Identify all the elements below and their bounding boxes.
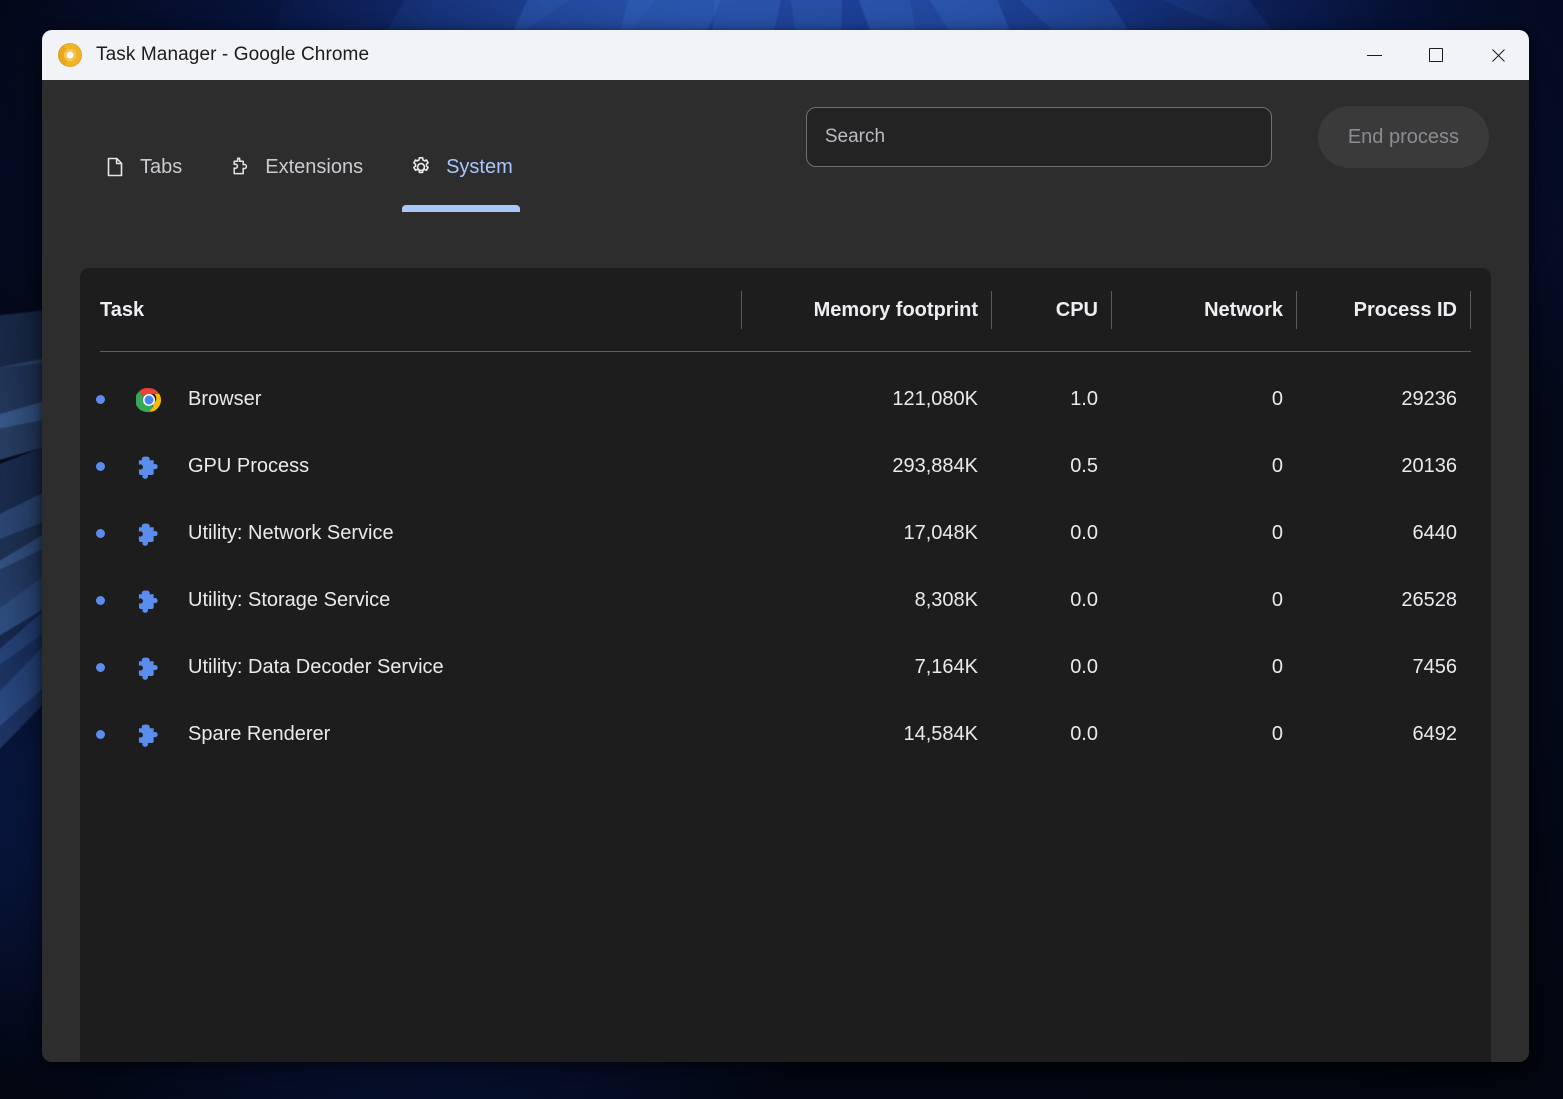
cell-cpu: 0.0 bbox=[992, 589, 1112, 612]
close-icon bbox=[1490, 47, 1507, 64]
minimize-button[interactable] bbox=[1343, 30, 1405, 80]
page-icon bbox=[103, 155, 127, 179]
puzzle-icon bbox=[136, 588, 162, 614]
cell-task: Utility: Storage Service bbox=[80, 588, 742, 614]
task-name: Utility: Storage Service bbox=[188, 589, 390, 612]
cell-task: Spare Renderer bbox=[80, 722, 742, 748]
window-controls bbox=[1343, 30, 1529, 80]
status-dot-icon bbox=[96, 663, 105, 672]
cell-network: 0 bbox=[1112, 656, 1297, 679]
window-body: Tabs Extensions bbox=[42, 80, 1529, 1062]
header-rule bbox=[100, 351, 1471, 352]
process-table-panel: Task Memory footprint CPU Network bbox=[80, 268, 1491, 1062]
cell-memory: 8,308K bbox=[742, 589, 992, 612]
cell-task: Utility: Network Service bbox=[80, 521, 742, 547]
desktop-background: Task Manager - Google Chrome bbox=[0, 0, 1563, 1099]
column-header-cpu[interactable]: CPU bbox=[992, 268, 1112, 352]
cell-memory: 293,884K bbox=[742, 455, 992, 478]
chrome-logo-icon bbox=[136, 387, 162, 413]
cell-network: 0 bbox=[1112, 522, 1297, 545]
maximize-icon bbox=[1429, 48, 1443, 62]
window-title: Task Manager - Google Chrome bbox=[96, 44, 369, 66]
tabstrip: Tabs Extensions bbox=[80, 80, 536, 212]
end-process-button[interactable]: End process bbox=[1318, 106, 1489, 168]
cell-task: Utility: Data Decoder Service bbox=[80, 655, 742, 681]
puzzle-icon bbox=[136, 521, 162, 547]
cell-process-id: 7456 bbox=[1297, 656, 1471, 679]
column-header-task[interactable]: Task bbox=[80, 268, 742, 352]
status-dot-icon bbox=[96, 529, 105, 538]
cell-process-id: 6492 bbox=[1297, 723, 1471, 746]
search-box[interactable] bbox=[806, 107, 1272, 167]
tab-tabs[interactable]: Tabs bbox=[80, 136, 205, 212]
table-header-row: Task Memory footprint CPU Network bbox=[80, 268, 1491, 352]
cell-task: GPU Process bbox=[80, 454, 742, 480]
tab-system-label: System bbox=[446, 156, 513, 179]
column-header-network-label: Network bbox=[1204, 299, 1283, 322]
toolbar-right-group: End process bbox=[806, 80, 1491, 168]
process-table-body: Browser121,080K1.0029236GPU Process293,8… bbox=[80, 352, 1491, 768]
toolbar: Tabs Extensions bbox=[80, 80, 1491, 212]
cell-process-id: 6440 bbox=[1297, 522, 1471, 545]
puzzle-icon bbox=[136, 454, 162, 480]
cell-memory: 121,080K bbox=[742, 388, 992, 411]
puzzle-outline-icon bbox=[228, 155, 252, 179]
cell-process-id: 26528 bbox=[1297, 589, 1471, 612]
puzzle-icon bbox=[136, 722, 162, 748]
cell-process-id: 29236 bbox=[1297, 388, 1471, 411]
status-dot-icon bbox=[96, 596, 105, 605]
cell-cpu: 0.0 bbox=[992, 522, 1112, 545]
close-button[interactable] bbox=[1467, 30, 1529, 80]
cell-memory: 7,164K bbox=[742, 656, 992, 679]
cell-cpu: 1.0 bbox=[992, 388, 1112, 411]
column-header-pid[interactable]: Process ID bbox=[1297, 268, 1471, 352]
task-name: Spare Renderer bbox=[188, 723, 330, 746]
cell-cpu: 0.0 bbox=[992, 723, 1112, 746]
status-dot-icon bbox=[96, 462, 105, 471]
task-name: Utility: Network Service bbox=[188, 522, 394, 545]
cell-memory: 14,584K bbox=[742, 723, 992, 746]
tab-system-indicator bbox=[402, 205, 520, 212]
column-header-pid-label: Process ID bbox=[1354, 299, 1457, 322]
puzzle-icon bbox=[136, 655, 162, 681]
table-row[interactable]: Spare Renderer 14,584K0.006492 bbox=[80, 701, 1491, 768]
status-dot-icon bbox=[96, 395, 105, 404]
table-row[interactable]: GPU Process 293,884K0.5020136 bbox=[80, 433, 1491, 500]
column-header-memory-label: Memory footprint bbox=[814, 299, 978, 322]
cell-cpu: 0.5 bbox=[992, 455, 1112, 478]
gear-icon bbox=[409, 155, 433, 179]
cell-cpu: 0.0 bbox=[992, 656, 1112, 679]
task-manager-window: Task Manager - Google Chrome bbox=[42, 30, 1529, 1062]
table-row[interactable]: Browser 121,080K1.0029236 bbox=[80, 366, 1491, 433]
cell-network: 0 bbox=[1112, 589, 1297, 612]
cell-memory: 17,048K bbox=[742, 522, 992, 545]
maximize-button[interactable] bbox=[1405, 30, 1467, 80]
tab-system[interactable]: System bbox=[386, 136, 536, 212]
search-input[interactable] bbox=[825, 126, 1253, 148]
task-name: Browser bbox=[188, 388, 261, 411]
cell-network: 0 bbox=[1112, 388, 1297, 411]
column-header-memory[interactable]: Memory footprint bbox=[742, 268, 992, 352]
chrome-logo-icon bbox=[58, 43, 82, 67]
minimize-icon bbox=[1367, 55, 1382, 56]
task-name: Utility: Data Decoder Service bbox=[188, 656, 444, 679]
tab-tabs-label: Tabs bbox=[140, 156, 182, 179]
column-header-network[interactable]: Network bbox=[1112, 268, 1297, 352]
table-row[interactable]: Utility: Storage Service 8,308K0.0026528 bbox=[80, 567, 1491, 634]
cell-process-id: 20136 bbox=[1297, 455, 1471, 478]
column-header-task-label: Task bbox=[100, 299, 144, 322]
cell-network: 0 bbox=[1112, 455, 1297, 478]
cell-task: Browser bbox=[80, 387, 742, 413]
tab-extensions[interactable]: Extensions bbox=[205, 136, 386, 212]
task-name: GPU Process bbox=[188, 455, 309, 478]
column-header-spacer bbox=[1471, 268, 1491, 352]
table-row[interactable]: Utility: Network Service 17,048K0.006440 bbox=[80, 500, 1491, 567]
status-dot-icon bbox=[96, 730, 105, 739]
column-header-cpu-label: CPU bbox=[1056, 299, 1098, 322]
tab-extensions-label: Extensions bbox=[265, 156, 363, 179]
table-row[interactable]: Utility: Data Decoder Service 7,164K0.007… bbox=[80, 634, 1491, 701]
cell-network: 0 bbox=[1112, 723, 1297, 746]
window-titlebar: Task Manager - Google Chrome bbox=[42, 30, 1529, 80]
